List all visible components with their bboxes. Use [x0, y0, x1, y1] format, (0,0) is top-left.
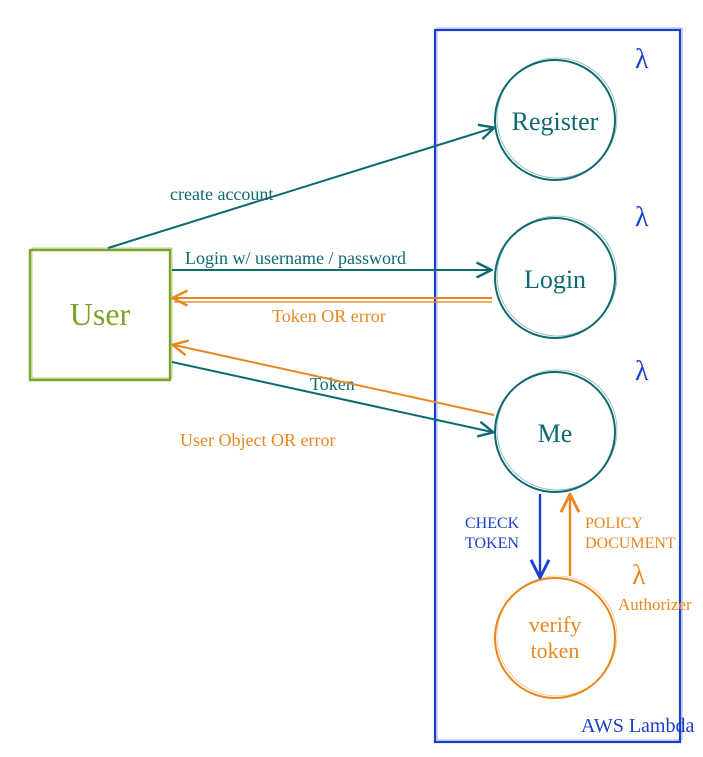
register-node: Register λ — [495, 44, 649, 180]
arrow-label-line1: POLICY — [585, 515, 643, 532]
verify-label-line2: token — [531, 638, 580, 663]
arrow-label-line2: TOKEN — [465, 535, 519, 552]
lambda-icon: λ — [632, 560, 646, 591]
lambda-icon: λ — [635, 202, 649, 233]
login-label: Login — [524, 265, 586, 294]
arrow-login-response: Token OR error — [174, 298, 492, 326]
arrow-label: create account — [170, 184, 273, 204]
me-label: Me — [538, 419, 573, 448]
lambda-icon: λ — [635, 44, 649, 75]
user-node: User — [30, 248, 172, 380]
register-label: Register — [512, 107, 599, 136]
arrow-label: Token OR error — [272, 306, 386, 326]
container-label: AWS Lambda — [581, 715, 694, 737]
arrow-label: Login w/ username / password — [185, 248, 406, 268]
me-node: Me λ — [495, 356, 649, 492]
arrow-check-token: CHECK TOKEN — [465, 494, 540, 576]
verify-label-line1: verify — [529, 612, 582, 637]
arrow-policy-document: POLICY DOCUMENT — [570, 496, 676, 576]
arrow-label-line2: DOCUMENT — [585, 535, 676, 552]
arrow-label: User Object OR error — [180, 430, 335, 450]
authorizer-label: Authorizer — [618, 595, 692, 614]
login-node: Login λ — [495, 202, 649, 338]
arrow-me-request: Token — [172, 362, 492, 432]
lambda-icon: λ — [635, 356, 649, 387]
arrow-login-request: Login w/ username / password — [172, 248, 490, 270]
user-label: User — [70, 296, 131, 332]
arrow-label-line1: CHECK — [465, 515, 520, 532]
verify-node: verify token λ Authorizer — [495, 560, 692, 698]
